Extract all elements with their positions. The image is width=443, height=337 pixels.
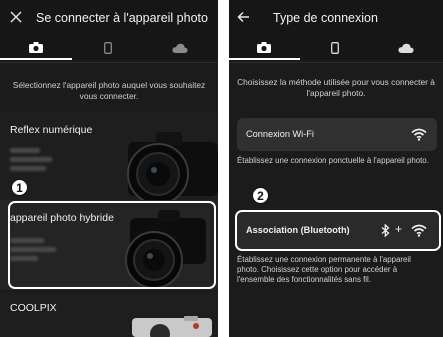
- option-wifi[interactable]: Connexion Wi-Fi: [237, 118, 437, 151]
- dslr-camera-image: [127, 132, 218, 200]
- camera-label-coolpix: COOLPIX: [10, 302, 57, 314]
- option-description-wifi: Établissez une connexion ponctuelle à l'…: [237, 156, 429, 165]
- option-description-bluetooth: Établissez une connexion permanente à l'…: [237, 255, 411, 284]
- divider: [0, 62, 218, 63]
- coolpix-camera-image: [132, 316, 212, 337]
- camera-option-dslr[interactable]: Reflex numérique: [0, 112, 218, 200]
- tab-cloud[interactable]: [144, 36, 216, 60]
- callout-number: 2: [252, 187, 269, 204]
- blurred-text: [10, 148, 40, 153]
- highlight-box: [8, 201, 216, 289]
- highlight-box: [235, 210, 441, 251]
- close-icon[interactable]: [10, 0, 22, 36]
- camera-label-dslr: Reflex numérique: [10, 124, 93, 136]
- page-title: Type de connexion: [273, 11, 378, 25]
- camera-option-coolpix[interactable]: COOLPIX: [0, 292, 218, 337]
- tab-camera[interactable]: [0, 36, 72, 60]
- callout-number: 1: [11, 179, 28, 196]
- tab-camera[interactable]: [229, 36, 300, 60]
- phone-icon: [103, 42, 112, 54]
- intro-text: Choisissez la méthode utilisée pour vous…: [237, 77, 435, 98]
- screen-connection-type: Type de connexion Choisissez la méthode …: [229, 0, 443, 337]
- cloud-icon: [172, 43, 188, 53]
- tab-phone[interactable]: [300, 36, 371, 60]
- tab-bar: [0, 36, 218, 60]
- back-arrow-icon[interactable]: [237, 0, 250, 36]
- camera-icon: [257, 41, 272, 53]
- cloud-icon: [397, 43, 414, 53]
- tab-bar: [229, 36, 443, 60]
- title-bar: Se connecter à l'appareil photo: [0, 0, 218, 36]
- page-title: Se connecter à l'appareil photo: [36, 11, 208, 25]
- option-label-wifi: Connexion Wi-Fi: [246, 129, 314, 139]
- tab-phone[interactable]: [72, 36, 144, 60]
- wifi-icon: [411, 128, 427, 141]
- screen-connect-camera: Se connecter à l'appareil photo Sélectio…: [0, 0, 218, 337]
- phone-icon: [330, 42, 339, 54]
- tab-cloud[interactable]: [370, 36, 441, 60]
- divider: [229, 62, 443, 63]
- blurred-text: [10, 157, 52, 162]
- title-bar: Type de connexion: [229, 0, 443, 36]
- blurred-text: [10, 166, 46, 171]
- intro-text: Sélectionnez l'appareil photo auquel vou…: [12, 80, 206, 101]
- camera-icon: [28, 41, 43, 53]
